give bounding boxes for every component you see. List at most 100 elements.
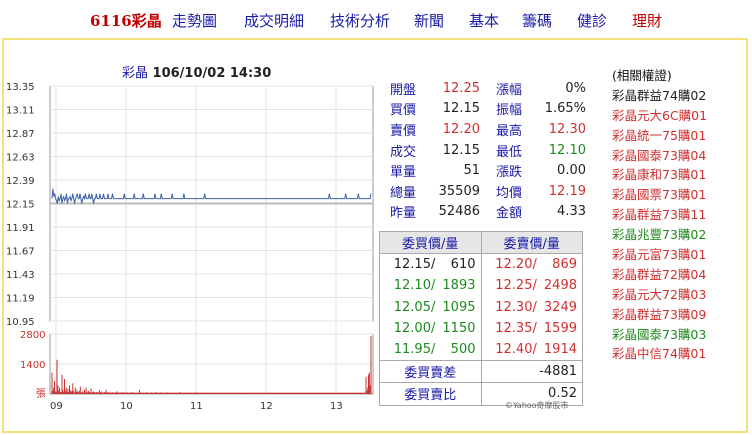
quote-label: 漲幅 xyxy=(496,82,523,98)
order-book-row: 12.00/ 1150 12.35/ 1599 xyxy=(379,317,583,339)
bid-cell: 12.15/ 610 xyxy=(379,253,482,276)
nav-technical-analysis[interactable]: 技術分析 xyxy=(330,10,390,31)
price-tick-label: 11.19 xyxy=(6,294,35,305)
price-tick-label: 11.67 xyxy=(6,247,35,258)
bid-volume: 1150 xyxy=(442,320,476,336)
ask-cell: 12.40/ 1914 xyxy=(480,338,583,361)
quote-row: 總量 35509 均價 12.19 xyxy=(390,181,586,202)
quote-label: 成交 xyxy=(390,144,417,160)
price-tick-label: 11.43 xyxy=(6,270,35,281)
ask-volume: 2498 xyxy=(543,278,577,294)
warrant-link[interactable]: 彩晶群益73購09 xyxy=(612,305,707,325)
ask-cell: 12.35/ 1599 xyxy=(480,317,583,339)
bid-cell: 12.05/ 1095 xyxy=(379,296,482,318)
ask-price: 12.30/ xyxy=(495,299,537,315)
time-tick-label: 09 xyxy=(50,401,63,412)
nav-trade-detail[interactable]: 成交明細 xyxy=(244,10,304,31)
bid-price: 12.00/ xyxy=(393,320,436,336)
copyright: ©Yahoo奇摩股市 xyxy=(505,401,569,410)
quote-label: 買價 xyxy=(390,103,417,119)
bid-cell: 11.95/ 500 xyxy=(379,338,482,361)
quote-label: 賣價 xyxy=(390,123,417,139)
warrant-link[interactable]: 彩晶統一75購01 xyxy=(612,126,707,146)
nav-diagnosis[interactable]: 健診 xyxy=(577,10,607,31)
quote-row: 買價 12.15 振幅 1.65% xyxy=(390,99,586,120)
quote-value: 12.19 xyxy=(548,183,586,199)
quote-value: 12.20 xyxy=(442,121,480,137)
price-tick-label: 12.15 xyxy=(6,200,35,211)
ask-header: 委賣價/量 xyxy=(480,230,583,255)
order-book-row: 11.95/ 500 12.40/ 1914 xyxy=(379,338,583,361)
price-tick-label: 13.35 xyxy=(6,82,35,93)
ask-volume: 1914 xyxy=(543,342,577,358)
time-tick-label: 10 xyxy=(120,401,133,412)
quote-label: 開盤 xyxy=(390,82,417,98)
quote-spacer xyxy=(480,160,496,181)
ask-volume: 1599 xyxy=(543,320,577,336)
intraday-chart: 13.35 13.11 12.87 12.63 12.39 12.15 11.91 11.67… xyxy=(6,82,374,412)
ask-price: 12.35/ xyxy=(495,320,537,336)
price-tick-label: 12.39 xyxy=(6,176,35,187)
volume-tick-label: 1400 xyxy=(20,360,45,371)
nav-finance[interactable]: 理財 xyxy=(632,10,662,31)
quote-value: 1.65% xyxy=(544,101,586,117)
order-diff-row: 委買賣差 -4881 xyxy=(379,360,583,384)
quote-label: 漲跌 xyxy=(496,165,523,181)
nav-chips[interactable]: 籌碼 xyxy=(522,10,552,31)
quote-value: 35509 xyxy=(438,183,480,199)
warrant-link[interactable]: 彩晶康和73購01 xyxy=(612,165,707,185)
quote-row: 賣價 12.20 最高 12.30 xyxy=(390,119,586,140)
warrant-list: (相關權證) 彩晶群益74購02 彩晶元大6C購01 彩晶統一75購01 彩晶國泰73… xyxy=(612,66,707,361)
warrant-link[interactable]: 彩晶元大6C購01 xyxy=(612,106,707,126)
quote-value: 51 xyxy=(463,163,480,179)
bid-header: 委買價/量 xyxy=(379,230,482,255)
ask-price: 12.40/ xyxy=(495,342,537,358)
volume-tick-label: 張 xyxy=(36,388,46,400)
nav-news[interactable]: 新聞 xyxy=(414,10,444,31)
warrant-link[interactable]: 彩晶元富73購01 xyxy=(612,245,707,265)
quote-label: 最高 xyxy=(496,123,523,139)
quote-row: 昨量 52486 金額 4.33 xyxy=(390,202,586,223)
price-tick-label: 11.91 xyxy=(6,223,35,234)
bid-volume: 1893 xyxy=(442,278,476,294)
nav-basic[interactable]: 基本 xyxy=(469,10,499,31)
bid-price: 12.05/ xyxy=(393,299,436,315)
price-line xyxy=(51,188,372,204)
nav-trend-chart[interactable]: 走勢圖 xyxy=(172,10,217,31)
ask-cell: 12.30/ 3249 xyxy=(480,296,583,318)
ask-volume: 3249 xyxy=(543,299,577,315)
price-tick-label: 10.95 xyxy=(6,317,35,328)
ask-cell: 12.25/ 2498 xyxy=(480,275,583,297)
quote-row: 成交 12.15 最低 12.10 xyxy=(390,140,586,161)
order-book: 委買價/量 委賣價/量 12.15/ 610 12.20/ 869 12.10/ 1… xyxy=(379,230,583,406)
warrant-link[interactable]: 彩晶元大72購03 xyxy=(612,285,707,305)
warrant-link[interactable]: 彩晶兆豐73購02 xyxy=(612,225,707,245)
quote-row: 單量 51 漲跌 0.00 xyxy=(390,160,586,181)
time-tick-label: 11 xyxy=(190,401,203,412)
warrant-link[interactable]: 彩晶國泰73購03 xyxy=(612,325,707,345)
quote-value: 12.15 xyxy=(442,101,480,117)
warrant-link[interactable]: 彩晶國泰73購04 xyxy=(612,146,707,166)
bid-price: 11.95/ xyxy=(393,342,436,358)
quote-table: 開盤 12.25 漲幅 0% 買價 12.15 振幅 1.65% 賣價 12.20 最高 12.30 成… xyxy=(390,78,586,222)
quote-value: 12.30 xyxy=(548,121,586,137)
nav-stock-code[interactable]: 6116彩晶 xyxy=(90,10,162,31)
price-tick-label: 13.11 xyxy=(6,106,35,117)
bid-price: 12.15/ xyxy=(393,257,436,273)
quote-value: 4.33 xyxy=(557,204,586,220)
order-book-row: 12.10/ 1893 12.25/ 2498 xyxy=(379,275,583,297)
ask-volume: 869 xyxy=(552,257,577,273)
quote-spacer xyxy=(480,78,496,99)
price-tick-label: 12.63 xyxy=(6,153,35,164)
quote-row: 開盤 12.25 漲幅 0% xyxy=(390,78,586,99)
ask-price: 12.25/ xyxy=(495,278,537,294)
warrant-link[interactable]: 彩晶國票73購01 xyxy=(612,185,707,205)
warrant-link[interactable]: 彩晶群益73購11 xyxy=(612,205,707,225)
quote-spacer xyxy=(480,202,496,223)
quote-label: 單量 xyxy=(390,165,417,181)
warrant-link[interactable]: 彩晶群益72購04 xyxy=(612,265,707,285)
warrant-link[interactable]: 彩晶群益74購02 xyxy=(612,86,707,106)
warrant-link[interactable]: 彩晶中信74購01 xyxy=(612,344,707,364)
ask-cell: 12.20/ 869 xyxy=(480,253,583,276)
quote-label: 金額 xyxy=(496,206,523,222)
